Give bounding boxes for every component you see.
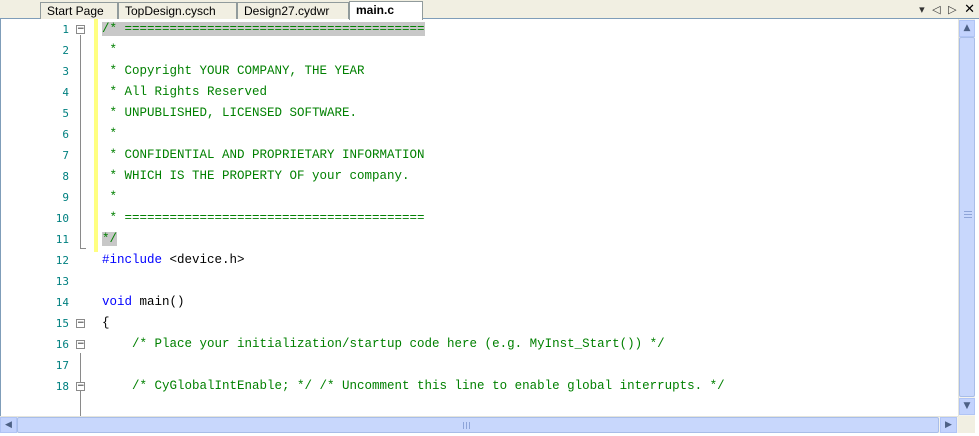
close-document-icon[interactable]: ✕: [964, 2, 975, 17]
code-editor[interactable]: 1 − /* =================================…: [0, 19, 979, 416]
scroll-up-icon[interactable]: ▲: [959, 20, 975, 37]
code-line: 9 *: [1, 187, 956, 208]
code-line: 11 */: [1, 229, 956, 250]
code-text: /* =====================================…: [102, 19, 425, 40]
code-text: * All Rights Reserved: [102, 85, 268, 99]
thumb-grip: [466, 422, 467, 429]
code-line: 6 *: [1, 124, 956, 145]
code-text: * ======================================…: [102, 211, 425, 225]
vertical-scroll-thumb[interactable]: [959, 37, 975, 397]
matching-comment-end: */: [102, 232, 118, 246]
tab-topdesign-cysch[interactable]: TopDesign.cysch: [118, 2, 237, 19]
keyword-void: void: [102, 295, 133, 309]
code-text: * CONFIDENTIAL AND PROPRIETARY INFORMATI…: [102, 148, 425, 162]
thumb-grip: [964, 211, 972, 212]
line-number: 4: [62, 86, 69, 99]
thumb-grip: [469, 422, 470, 429]
code-line: 13: [1, 271, 956, 292]
line-number: 8: [62, 170, 69, 183]
code-text: *: [102, 190, 118, 204]
line-number: 14: [55, 296, 69, 309]
line-number: 16: [55, 338, 69, 351]
line-number: 5: [62, 107, 69, 120]
fold-collapse-icon[interactable]: −: [76, 25, 85, 34]
scroll-tabs-left-icon[interactable]: ◁: [932, 3, 940, 16]
line-number: 3: [62, 65, 69, 78]
code-text: *: [102, 43, 118, 57]
horizontal-scroll-thumb[interactable]: [17, 417, 939, 433]
line-number: 6: [62, 128, 69, 141]
code-fragment: main(): [132, 295, 185, 309]
line-number: 7: [62, 149, 69, 162]
tab-start-page[interactable]: Start Page: [40, 2, 118, 19]
code-text: *: [102, 127, 118, 141]
scroll-down-icon[interactable]: ▼: [959, 398, 975, 415]
code-text: * WHICH IS THE PROPERTY OF your company.: [102, 169, 410, 183]
selected-text: /* =====================================…: [102, 22, 425, 36]
code-line: 12 #include <device.h>: [1, 250, 956, 271]
horizontal-scrollbar[interactable]: ◀ ▶: [0, 416, 958, 433]
line-number: 9: [62, 191, 69, 204]
vertical-scrollbar[interactable]: ▲ ▼: [958, 19, 975, 416]
code-text: /* Place your initialization/startup cod…: [102, 337, 665, 351]
scroll-left-icon[interactable]: ◀: [0, 417, 17, 433]
code-line: 15 − {: [1, 313, 956, 334]
code-line: 2 *: [1, 40, 956, 61]
code-line: 5 * UNPUBLISHED, LICENSED SOFTWARE.: [1, 103, 956, 124]
scroll-tabs-right-icon[interactable]: ▷: [948, 3, 956, 16]
code-text: void main(): [102, 292, 185, 313]
thumb-grip: [463, 422, 464, 429]
line-number: 18: [55, 380, 69, 393]
fold-collapse-icon[interactable]: −: [76, 382, 85, 391]
thumb-grip: [964, 217, 972, 218]
code-text: * Copyright YOUR COMPANY, THE YEAR: [102, 64, 365, 78]
code-text: * UNPUBLISHED, LICENSED SOFTWARE.: [102, 106, 358, 120]
line-number: 1: [62, 23, 69, 36]
code-line: 17: [1, 355, 956, 376]
code-line: 10 * ===================================…: [1, 208, 956, 229]
code-text: */: [102, 229, 118, 250]
code-line: 8 * WHICH IS THE PROPERTY OF your compan…: [1, 166, 956, 187]
code-fragment: <device.h>: [162, 253, 245, 267]
code-text: {: [102, 316, 110, 330]
document-tab-strip: Start Page TopDesign.cysch Design27.cydw…: [0, 0, 979, 20]
line-number: 11: [55, 233, 69, 246]
code-line: 3 * Copyright YOUR COMPANY, THE YEAR: [1, 61, 956, 82]
preprocessor-directive: #include: [102, 253, 163, 267]
code-text: #include <device.h>: [102, 250, 245, 271]
line-number: 2: [62, 44, 69, 57]
scroll-right-icon[interactable]: ▶: [940, 417, 957, 433]
code-line: 14 void main(): [1, 292, 956, 313]
line-number: 13: [55, 275, 69, 288]
line-number: 10: [55, 212, 69, 225]
code-line: 1 − /* =================================…: [1, 19, 956, 40]
code-text: /* CyGlobalIntEnable; */ /* Uncomment th…: [102, 379, 725, 393]
line-number: 17: [55, 359, 69, 372]
thumb-grip: [964, 214, 972, 215]
code-line: 16 − /* Place your initialization/startu…: [1, 334, 956, 355]
code-line: 4 * All Rights Reserved: [1, 82, 956, 103]
tab-list-dropdown-icon[interactable]: ▾: [919, 3, 925, 16]
tab-design27-cydwr[interactable]: Design27.cydwr: [237, 2, 349, 19]
tab-main-c[interactable]: main.c: [349, 1, 423, 20]
line-number: 12: [55, 254, 69, 267]
code-line: 7 * CONFIDENTIAL AND PROPRIETARY INFORMA…: [1, 145, 956, 166]
fold-collapse-icon[interactable]: −: [76, 340, 85, 349]
fold-collapse-icon[interactable]: −: [76, 319, 85, 328]
code-line: 18 − /* CyGlobalIntEnable; */ /* Uncomme…: [1, 376, 956, 397]
tab-controls: ▾ ◁ ▷ ✕: [915, 2, 975, 18]
scrollbar-corner: [958, 416, 975, 433]
line-number: 15: [55, 317, 69, 330]
